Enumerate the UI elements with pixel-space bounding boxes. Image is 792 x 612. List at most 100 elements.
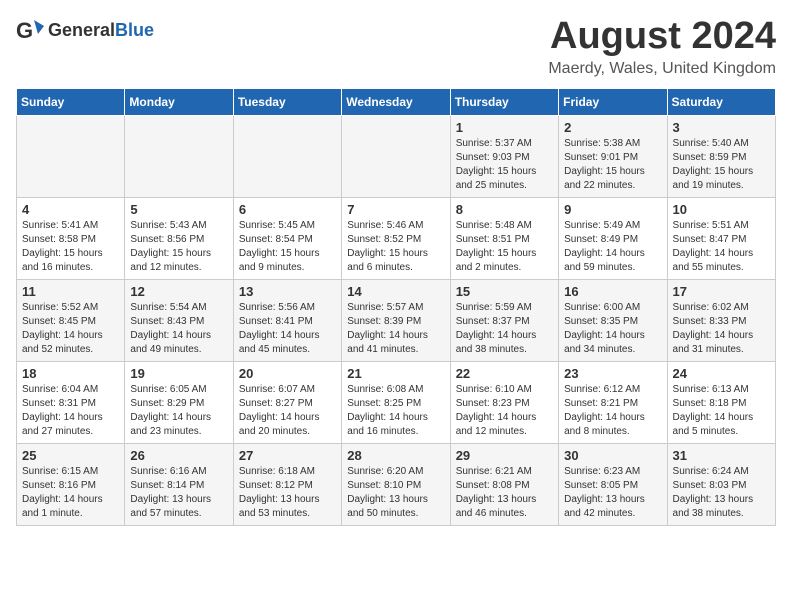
calendar-cell: 15 Sunrise: 5:59 AM Sunset: 8:37 PM Dayli… <box>450 279 558 361</box>
calendar-cell: 3 Sunrise: 5:40 AM Sunset: 8:59 PM Daylig… <box>667 115 775 197</box>
day-number: 30 <box>564 448 661 463</box>
page-header: G GeneralBlue August 2024 Maerdy, Wales,… <box>16 16 776 78</box>
header-wednesday: Wednesday <box>342 88 450 115</box>
day-info: Sunrise: 5:57 AM Sunset: 8:39 PM Dayligh… <box>347 301 444 357</box>
day-number: 21 <box>347 366 444 381</box>
day-number: 26 <box>130 448 227 463</box>
day-info: Sunrise: 5:51 AM Sunset: 8:47 PM Dayligh… <box>673 219 770 275</box>
day-info: Sunrise: 6:08 AM Sunset: 8:25 PM Dayligh… <box>347 383 444 439</box>
calendar-cell: 28Sunrise: 6:20 AM Sunset: 8:10 PM Dayli… <box>342 443 450 525</box>
svg-text:G: G <box>16 18 33 43</box>
day-info: Sunrise: 6:16 AM Sunset: 8:14 PM Dayligh… <box>130 465 227 521</box>
calendar-week-4: 18 Sunrise: 6:04 AM Sunset: 8:31 PM Dayli… <box>17 361 776 443</box>
day-number: 31 <box>673 448 770 463</box>
calendar-cell <box>125 115 233 197</box>
calendar-cell: 24 Sunrise: 6:13 AM Sunset: 8:18 PM Dayli… <box>667 361 775 443</box>
day-info: Sunrise: 5:54 AM Sunset: 8:43 PM Dayligh… <box>130 301 227 357</box>
calendar-cell: 27 Sunrise: 6:18 AM Sunset: 8:12 PM Dayli… <box>233 443 341 525</box>
calendar-cell: 9 Sunrise: 5:49 AM Sunset: 8:49 PM Daylig… <box>559 197 667 279</box>
title-block: August 2024 Maerdy, Wales, United Kingdo… <box>548 16 776 78</box>
day-info: Sunrise: 6:00 AM Sunset: 8:35 PM Dayligh… <box>564 301 661 357</box>
day-number: 22 <box>456 366 553 381</box>
day-info: Sunrise: 6:24 AM Sunset: 8:03 PM Dayligh… <box>673 465 770 521</box>
day-number: 12 <box>130 284 227 299</box>
calendar-cell: 5Sunrise: 5:43 AM Sunset: 8:56 PM Daylig… <box>125 197 233 279</box>
calendar-cell: 30 Sunrise: 6:23 AM Sunset: 8:05 PM Dayli… <box>559 443 667 525</box>
day-info: Sunrise: 5:45 AM Sunset: 8:54 PM Dayligh… <box>239 219 336 275</box>
day-number: 3 <box>673 120 770 135</box>
calendar-cell: 2 Sunrise: 5:38 AM Sunset: 9:01 PM Daylig… <box>559 115 667 197</box>
day-number: 6 <box>239 202 336 217</box>
day-number: 29 <box>456 448 553 463</box>
day-info: Sunrise: 5:41 AM Sunset: 8:58 PM Dayligh… <box>22 219 119 275</box>
day-number: 19 <box>130 366 227 381</box>
day-number: 2 <box>564 120 661 135</box>
calendar-cell: 19Sunrise: 6:05 AM Sunset: 8:29 PM Dayli… <box>125 361 233 443</box>
day-info: Sunrise: 6:07 AM Sunset: 8:27 PM Dayligh… <box>239 383 336 439</box>
calendar-week-2: 4 Sunrise: 5:41 AM Sunset: 8:58 PM Daylig… <box>17 197 776 279</box>
day-number: 10 <box>673 202 770 217</box>
calendar-cell: 13 Sunrise: 5:56 AM Sunset: 8:41 PM Dayli… <box>233 279 341 361</box>
header-tuesday: Tuesday <box>233 88 341 115</box>
calendar-cell: 25Sunrise: 6:15 AM Sunset: 8:16 PM Dayli… <box>17 443 125 525</box>
day-info: Sunrise: 5:56 AM Sunset: 8:41 PM Dayligh… <box>239 301 336 357</box>
day-number: 27 <box>239 448 336 463</box>
calendar-cell: 7Sunrise: 5:46 AM Sunset: 8:52 PM Daylig… <box>342 197 450 279</box>
calendar-cell: 20 Sunrise: 6:07 AM Sunset: 8:27 PM Dayli… <box>233 361 341 443</box>
day-info: Sunrise: 6:10 AM Sunset: 8:23 PM Dayligh… <box>456 383 553 439</box>
day-info: Sunrise: 6:21 AM Sunset: 8:08 PM Dayligh… <box>456 465 553 521</box>
day-info: Sunrise: 6:18 AM Sunset: 8:12 PM Dayligh… <box>239 465 336 521</box>
day-info: Sunrise: 6:23 AM Sunset: 8:05 PM Dayligh… <box>564 465 661 521</box>
logo: G GeneralBlue <box>16 16 154 44</box>
day-info: Sunrise: 5:48 AM Sunset: 8:51 PM Dayligh… <box>456 219 553 275</box>
day-number: 9 <box>564 202 661 217</box>
day-number: 11 <box>22 284 119 299</box>
calendar-cell: 11 Sunrise: 5:52 AM Sunset: 8:45 PM Dayli… <box>17 279 125 361</box>
calendar-cell: 31 Sunrise: 6:24 AM Sunset: 8:03 PM Dayli… <box>667 443 775 525</box>
day-number: 4 <box>22 202 119 217</box>
day-number: 15 <box>456 284 553 299</box>
day-info: Sunrise: 5:52 AM Sunset: 8:45 PM Dayligh… <box>22 301 119 357</box>
calendar-week-1: 1Sunrise: 5:37 AM Sunset: 9:03 PM Daylig… <box>17 115 776 197</box>
header-saturday: Saturday <box>667 88 775 115</box>
day-number: 14 <box>347 284 444 299</box>
calendar-body: 1Sunrise: 5:37 AM Sunset: 9:03 PM Daylig… <box>17 115 776 525</box>
day-info: Sunrise: 5:49 AM Sunset: 8:49 PM Dayligh… <box>564 219 661 275</box>
month-title: August 2024 <box>548 16 776 58</box>
calendar-cell: 21 Sunrise: 6:08 AM Sunset: 8:25 PM Dayli… <box>342 361 450 443</box>
day-number: 24 <box>673 366 770 381</box>
calendar-cell <box>17 115 125 197</box>
calendar-cell: 17Sunrise: 6:02 AM Sunset: 8:33 PM Dayli… <box>667 279 775 361</box>
day-number: 5 <box>130 202 227 217</box>
logo-text-blue: Blue <box>115 20 154 40</box>
day-number: 28 <box>347 448 444 463</box>
header-friday: Friday <box>559 88 667 115</box>
day-number: 17 <box>673 284 770 299</box>
calendar-cell: 6 Sunrise: 5:45 AM Sunset: 8:54 PM Daylig… <box>233 197 341 279</box>
calendar-cell: 10 Sunrise: 5:51 AM Sunset: 8:47 PM Dayli… <box>667 197 775 279</box>
calendar-cell: 22 Sunrise: 6:10 AM Sunset: 8:23 PM Dayli… <box>450 361 558 443</box>
calendar-cell: 18 Sunrise: 6:04 AM Sunset: 8:31 PM Dayli… <box>17 361 125 443</box>
day-number: 16 <box>564 284 661 299</box>
calendar-cell <box>233 115 341 197</box>
day-info: Sunrise: 6:13 AM Sunset: 8:18 PM Dayligh… <box>673 383 770 439</box>
day-number: 13 <box>239 284 336 299</box>
day-number: 18 <box>22 366 119 381</box>
calendar-cell: 26 Sunrise: 6:16 AM Sunset: 8:14 PM Dayli… <box>125 443 233 525</box>
calendar-cell: 1Sunrise: 5:37 AM Sunset: 9:03 PM Daylig… <box>450 115 558 197</box>
day-info: Sunrise: 6:04 AM Sunset: 8:31 PM Dayligh… <box>22 383 119 439</box>
day-info: Sunrise: 5:46 AM Sunset: 8:52 PM Dayligh… <box>347 219 444 275</box>
calendar-cell: 29 Sunrise: 6:21 AM Sunset: 8:08 PM Dayli… <box>450 443 558 525</box>
calendar-cell: 8Sunrise: 5:48 AM Sunset: 8:51 PM Daylig… <box>450 197 558 279</box>
day-number: 1 <box>456 120 553 135</box>
day-info: Sunrise: 5:59 AM Sunset: 8:37 PM Dayligh… <box>456 301 553 357</box>
calendar-cell <box>342 115 450 197</box>
day-number: 23 <box>564 366 661 381</box>
header-thursday: Thursday <box>450 88 558 115</box>
day-number: 20 <box>239 366 336 381</box>
day-info: Sunrise: 5:40 AM Sunset: 8:59 PM Dayligh… <box>673 137 770 193</box>
location-title: Maerdy, Wales, United Kingdom <box>548 60 776 78</box>
day-info: Sunrise: 5:38 AM Sunset: 9:01 PM Dayligh… <box>564 137 661 193</box>
calendar-cell: 23Sunrise: 6:12 AM Sunset: 8:21 PM Dayli… <box>559 361 667 443</box>
calendar-cell: 4 Sunrise: 5:41 AM Sunset: 8:58 PM Daylig… <box>17 197 125 279</box>
